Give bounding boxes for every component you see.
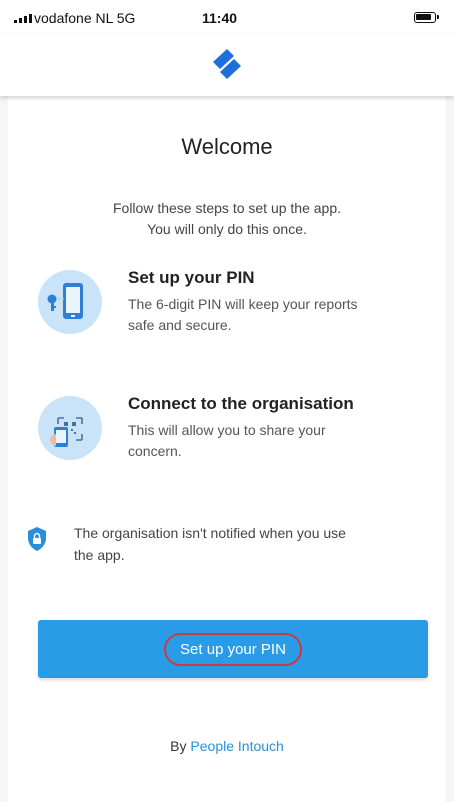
clock: 11:40 — [202, 10, 238, 26]
setup-pin-button[interactable]: Set up your PIN — [38, 620, 428, 678]
intro-line-1: Follow these steps to set up the app. — [112, 200, 342, 216]
step-pin-desc-line-2: safe and secure. — [128, 317, 232, 333]
step-connect-title: Connect to the organisation — [128, 394, 354, 413]
phone-key-icon — [38, 270, 102, 334]
people-intouch-link[interactable]: People Intouch — [190, 738, 283, 754]
intro-line-2: You will only do this once. — [147, 221, 307, 237]
page-title: Welcome — [181, 134, 273, 159]
status-bar: vodafone NL 5G 11:40 — [0, 0, 454, 34]
app-header — [0, 34, 454, 96]
footer-prefix: By — [170, 738, 187, 754]
step-pin-desc-line-1: The 6-digit PIN will keep your reports — [128, 296, 358, 312]
step-connect-desc-line-1: This will allow you to share your — [128, 422, 326, 438]
step-pin-description: The 6-digit PIN will keep your reports s… — [128, 294, 428, 336]
qr-scan-phone-icon — [38, 396, 102, 460]
privacy-notice: The organisation isn't notified when you… — [74, 522, 414, 566]
carrier-label: vodafone NL 5G — [34, 10, 136, 26]
step-connect-desc-line-2: concern. — [128, 443, 182, 459]
footer: By People Intouch — [8, 738, 446, 754]
privacy-notice-line-1: The organisation isn't notified when you… — [74, 525, 346, 541]
people-intouch-logo — [213, 49, 241, 79]
privacy-notice-line-2: the app. — [74, 547, 125, 563]
step-pin-title: Set up your PIN — [128, 268, 255, 287]
welcome-card: Welcome Follow these steps to set up the… — [8, 96, 446, 802]
battery-icon — [414, 12, 439, 23]
setup-pin-button-label: Set up your PIN — [164, 632, 302, 666]
intro-text: Follow these steps to set up the app. Yo… — [48, 198, 406, 240]
signal-bars-icon — [14, 14, 32, 23]
main-content: Welcome Follow these steps to set up the… — [0, 96, 454, 802]
step-connect-description: This will allow you to share your concer… — [128, 420, 428, 462]
shield-icon — [28, 527, 46, 551]
